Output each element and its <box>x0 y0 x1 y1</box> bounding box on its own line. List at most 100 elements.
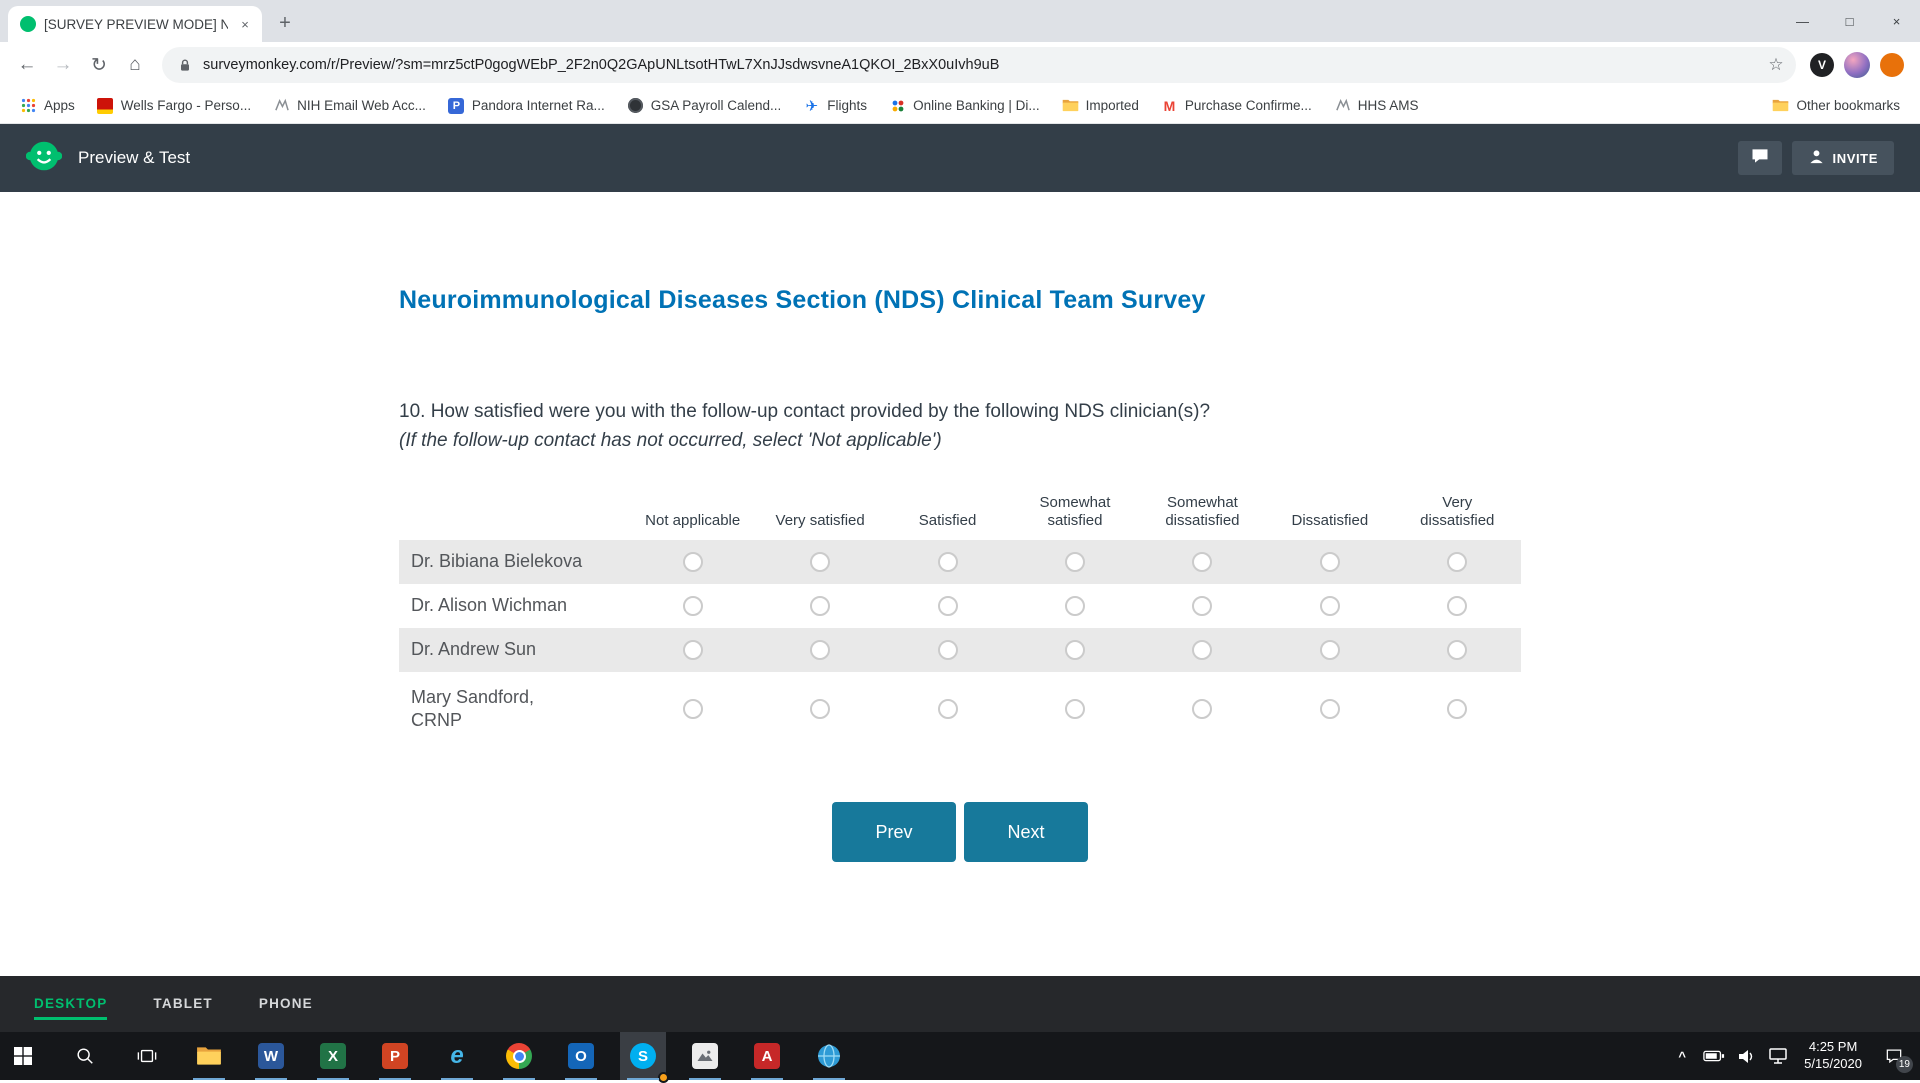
matrix-question: Not applicable Very satisfied Satisfied … <box>399 494 1521 746</box>
radio-button[interactable] <box>938 552 958 572</box>
radio-button[interactable] <box>938 640 958 660</box>
bookmark-label: Flights <box>827 98 867 113</box>
bookmark-gsa-payroll[interactable]: GSA Payroll Calend... <box>619 93 790 118</box>
radio-button[interactable] <box>810 640 830 660</box>
bookmark-online-banking[interactable]: Online Banking | Di... <box>881 93 1048 118</box>
chrome-icon[interactable] <box>496 1032 542 1080</box>
browser-update-menu-icon[interactable] <box>1880 53 1904 77</box>
column-header: Very dissatisfied <box>1394 494 1521 530</box>
column-header: Somewhat satisfied <box>1011 494 1138 530</box>
radio-button[interactable] <box>683 640 703 660</box>
forward-icon[interactable]: → <box>46 48 80 82</box>
radio-button[interactable] <box>683 596 703 616</box>
bookmark-label: Apps <box>44 98 75 113</box>
bookmark-imported[interactable]: Imported <box>1054 93 1147 118</box>
radio-button[interactable] <box>1192 640 1212 660</box>
maximize-button[interactable]: □ <box>1826 0 1873 42</box>
radio-button[interactable] <box>1447 596 1467 616</box>
globe-app-icon[interactable] <box>806 1032 852 1080</box>
bookmark-label: GSA Payroll Calend... <box>651 98 782 113</box>
back-icon[interactable]: ← <box>10 48 44 82</box>
matrix-row-bielekova: Dr. Bibiana Bielekova <box>399 540 1521 584</box>
question-text: 10. How satisfied were you with the foll… <box>399 401 1521 423</box>
acrobat-icon[interactable]: A <box>744 1032 790 1080</box>
word-icon[interactable]: W <box>248 1032 294 1080</box>
radio-button[interactable] <box>1447 640 1467 660</box>
next-button[interactable]: Next <box>964 802 1088 862</box>
extension-v-icon[interactable]: V <box>1810 53 1834 77</box>
url-text: surveymonkey.com/r/Preview/?sm=mrz5ctP0g… <box>203 57 1752 73</box>
person-icon <box>1808 148 1825 168</box>
browser-tab[interactable]: [SURVEY PREVIEW MODE] Neuro × <box>8 6 262 42</box>
volume-icon[interactable] <box>1734 1036 1758 1076</box>
bookmark-wells-fargo[interactable]: Wells Fargo - Perso... <box>89 93 259 118</box>
start-button[interactable] <box>0 1032 46 1080</box>
taskbar-clock[interactable]: 4:25 PM 5/15/2020 <box>1798 1039 1868 1073</box>
bookmark-nih-email[interactable]: NIH Email Web Acc... <box>265 93 434 118</box>
radio-button[interactable] <box>1065 596 1085 616</box>
comments-button[interactable] <box>1738 141 1782 175</box>
bookmark-apps[interactable]: Apps <box>12 93 83 118</box>
action-center-icon[interactable]: 19 <box>1876 1036 1912 1076</box>
pandora-icon: P <box>448 97 465 114</box>
battery-icon[interactable] <box>1702 1036 1726 1076</box>
radio-button[interactable] <box>1447 699 1467 719</box>
tab-close-icon[interactable]: × <box>236 15 254 33</box>
prev-button[interactable]: Prev <box>832 802 956 862</box>
bookmark-hhs-ams[interactable]: HHS AMS <box>1326 93 1427 118</box>
tab-title: [SURVEY PREVIEW MODE] Neuro <box>44 17 228 32</box>
radio-button[interactable] <box>1320 699 1340 719</box>
photos-icon[interactable] <box>682 1032 728 1080</box>
question-note: (If the follow-up contact has not occurr… <box>399 430 1521 452</box>
powerpoint-icon[interactable]: P <box>372 1032 418 1080</box>
other-bookmarks[interactable]: Other bookmarks <box>1764 93 1908 118</box>
radio-button[interactable] <box>1065 699 1085 719</box>
radio-button[interactable] <box>1320 552 1340 572</box>
skype-icon[interactable]: S <box>620 1032 666 1080</box>
radio-button[interactable] <box>810 552 830 572</box>
new-tab-button[interactable]: + <box>270 8 300 38</box>
bookmark-pandora[interactable]: P Pandora Internet Ra... <box>440 93 613 118</box>
flights-plane-icon: ✈ <box>803 97 820 114</box>
tab-tablet[interactable]: TABLET <box>153 988 212 1020</box>
radio-button[interactable] <box>1192 552 1212 572</box>
bookmark-flights[interactable]: ✈ Flights <box>795 93 875 118</box>
refresh-icon[interactable]: ↻ <box>82 48 116 82</box>
radio-button[interactable] <box>683 552 703 572</box>
radio-button[interactable] <box>810 596 830 616</box>
radio-button[interactable] <box>1192 596 1212 616</box>
radio-button[interactable] <box>1065 640 1085 660</box>
radio-button[interactable] <box>1320 640 1340 660</box>
notification-badge: 19 <box>1896 1056 1913 1073</box>
radio-button[interactable] <box>683 699 703 719</box>
invite-button[interactable]: INVITE <box>1792 141 1895 175</box>
radio-button[interactable] <box>1065 552 1085 572</box>
bookmark-star-icon[interactable]: ☆ <box>1762 51 1790 79</box>
surveymonkey-header: Preview & Test INVITE <box>0 124 1920 192</box>
surveymonkey-favicon-icon <box>20 16 36 32</box>
tab-desktop[interactable]: DESKTOP <box>34 988 107 1020</box>
taskbar-search-icon[interactable] <box>62 1032 108 1080</box>
home-icon[interactable]: ⌂ <box>118 48 152 82</box>
close-button[interactable]: × <box>1873 0 1920 42</box>
address-bar[interactable]: surveymonkey.com/r/Preview/?sm=mrz5ctP0g… <box>162 47 1796 83</box>
radio-button[interactable] <box>810 699 830 719</box>
radio-button[interactable] <box>938 596 958 616</box>
hidden-icons-chevron-icon[interactable]: ^ <box>1670 1036 1694 1076</box>
minimize-button[interactable]: — <box>1779 0 1826 42</box>
outlook-icon[interactable]: O <box>558 1032 604 1080</box>
radio-button[interactable] <box>1447 552 1467 572</box>
network-icon[interactable] <box>1766 1036 1790 1076</box>
task-view-icon[interactable] <box>124 1032 170 1080</box>
profile-avatar[interactable] <box>1844 52 1870 78</box>
radio-button[interactable] <box>938 699 958 719</box>
file-explorer-icon[interactable] <box>186 1032 232 1080</box>
radio-button[interactable] <box>1192 699 1212 719</box>
tab-phone[interactable]: PHONE <box>259 988 313 1020</box>
matrix-row-sandford: Mary Sandford, CRNP <box>399 672 1521 746</box>
internet-explorer-icon[interactable]: e <box>434 1032 480 1080</box>
radio-button[interactable] <box>1320 596 1340 616</box>
excel-icon[interactable]: X <box>310 1032 356 1080</box>
bookmark-purchase-confirmed[interactable]: M Purchase Confirme... <box>1153 93 1320 118</box>
folder-icon <box>1062 97 1079 114</box>
